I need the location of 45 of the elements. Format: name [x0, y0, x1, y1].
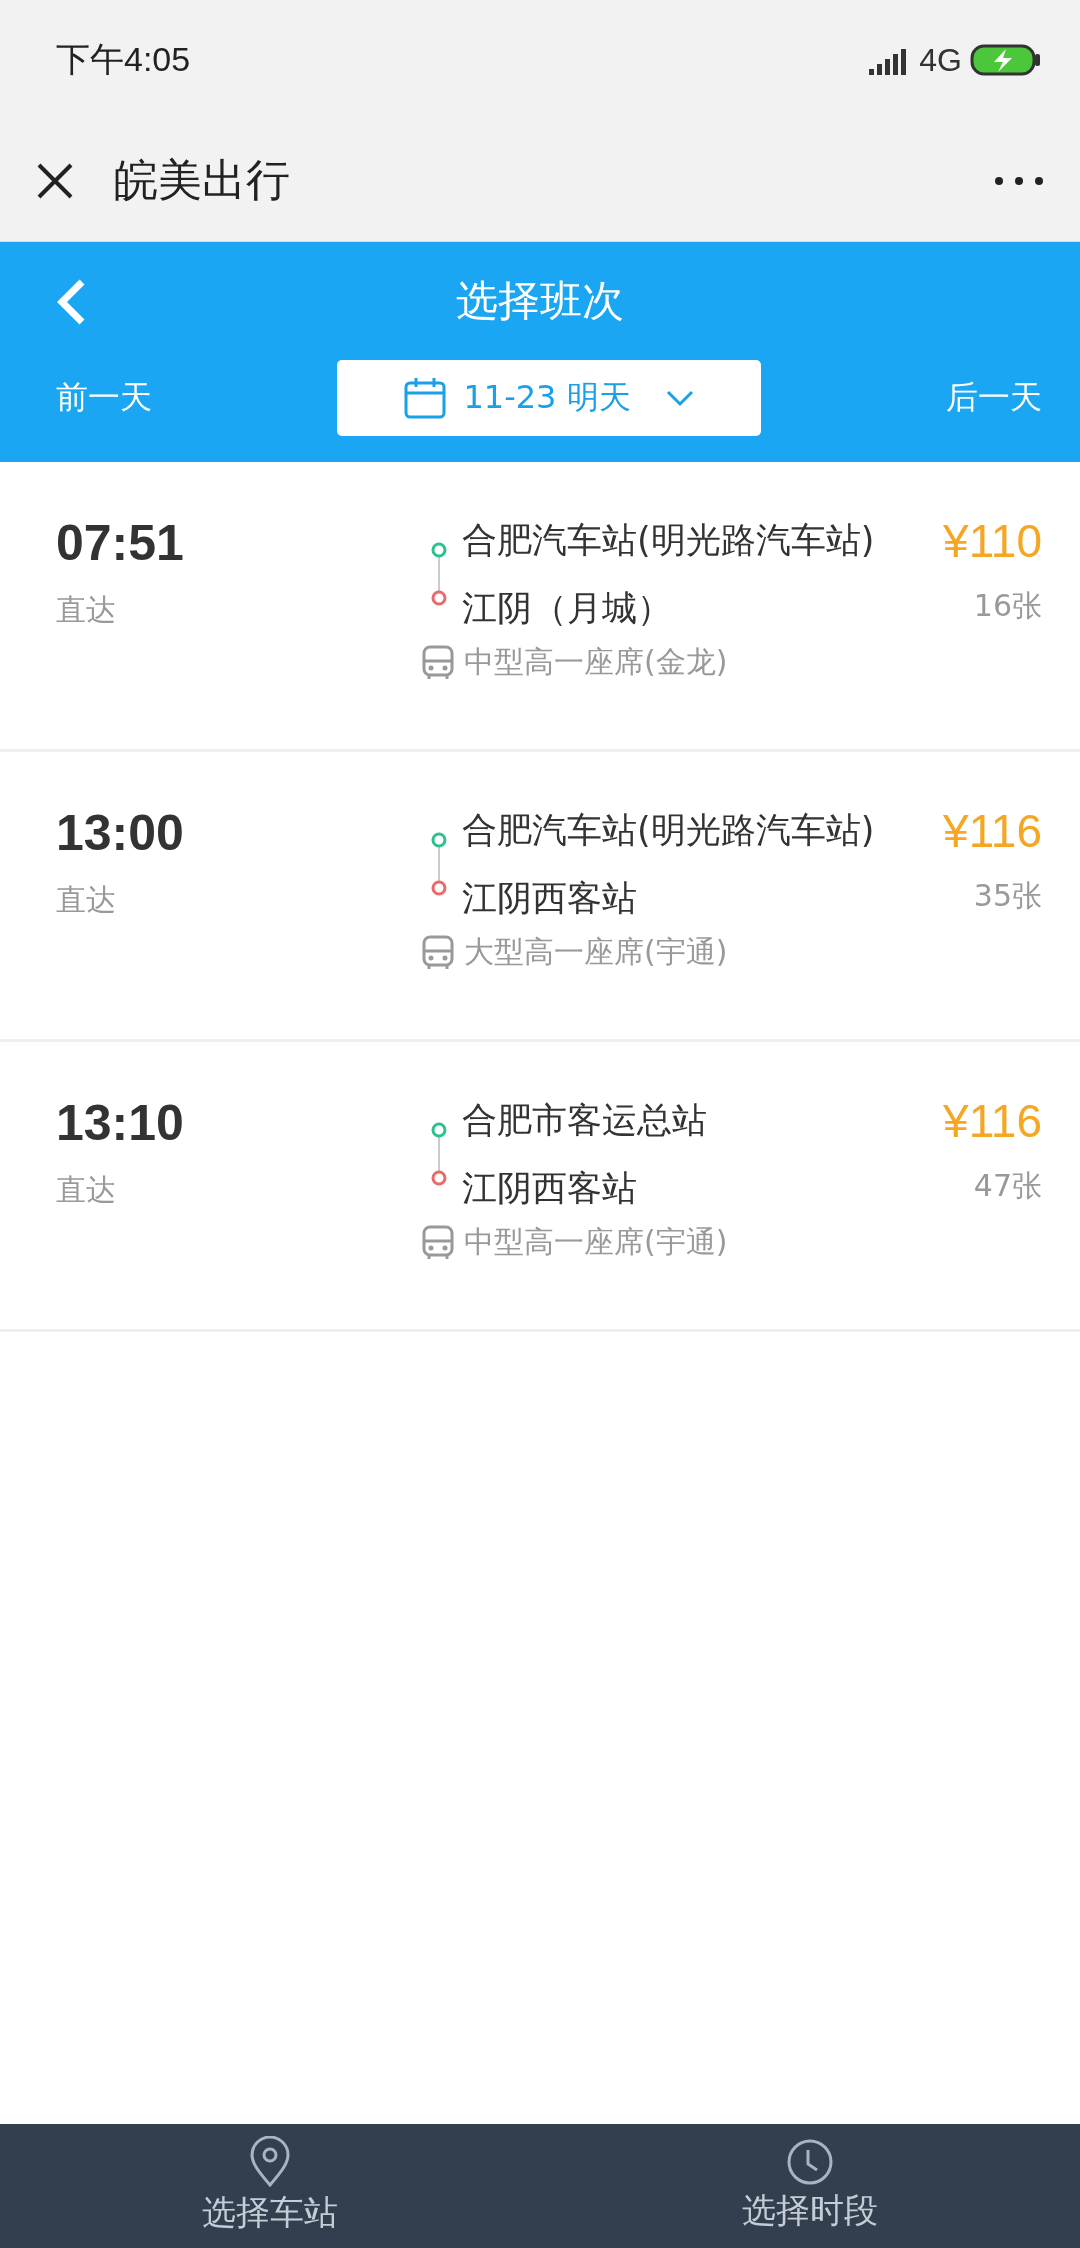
tickets-left: 47张: [973, 1167, 1042, 1205]
trip-type: 直达: [56, 591, 117, 629]
clock-icon: [786, 2138, 834, 2186]
network-label: 4G: [919, 41, 962, 79]
departure-time: 13:10: [56, 1094, 185, 1152]
bottom-nav-item[interactable]: 选择时段: [540, 2124, 1080, 2248]
departure-station: 合肥汽车站(明光路汽车站): [462, 519, 875, 562]
location-pin-icon: [248, 2136, 292, 2188]
departure-station: 合肥汽车站(明光路汽车站): [462, 809, 875, 852]
trip-type: 直达: [56, 881, 117, 919]
app-title: 皖美出行: [114, 153, 290, 207]
ticket-price: ¥116: [943, 804, 1042, 858]
departure-time: 13:00: [56, 804, 185, 862]
tickets-left: 35张: [973, 877, 1042, 915]
arrival-station: 江阴西客站: [462, 1167, 638, 1210]
battery-icon: [970, 44, 1042, 76]
trip-card[interactable]: 07:51 直达 合肥汽车站(明光路汽车站) 江阴（月城） 中型高一座席(金龙) ¥110 16张: [0, 462, 1080, 752]
bus-icon: [420, 644, 456, 681]
trip-card[interactable]: 13:10 直达 合肥市客运总站 江阴西客站 中型高一座席(宇通) ¥116 47张: [0, 1042, 1080, 1332]
bus-icon: [420, 934, 456, 971]
bus-type: 大型高一座席(宇通): [464, 933, 728, 971]
back-icon[interactable]: [56, 278, 86, 326]
trip-type: 直达: [56, 1171, 117, 1209]
route-line-drawing: [430, 1121, 448, 1187]
bus-type: 中型高一座席(宇通): [464, 1223, 728, 1261]
departure-station: 合肥市客运总站: [462, 1099, 707, 1142]
date-label: 11-23 明天: [463, 377, 631, 418]
status-time: 下午4:05: [56, 39, 191, 80]
tickets-left: 16张: [973, 587, 1042, 625]
arrival-station: 江阴西客站: [462, 877, 638, 920]
route-line-drawing: [430, 541, 448, 607]
ticket-price: ¥110: [943, 514, 1042, 568]
trip-card[interactable]: 13:00 直达 合肥汽车站(明光路汽车站) 江阴西客站 大型高一座席(宇通) ¥116 35张: [0, 752, 1080, 1042]
chevron-down-icon: [664, 389, 695, 407]
close-icon[interactable]: [36, 161, 74, 200]
departure-time: 07:51: [56, 514, 185, 572]
calendar-icon: [403, 376, 448, 420]
bus-icon: [420, 1224, 456, 1261]
ticket-price: ¥116: [943, 1094, 1042, 1148]
page-title: 选择班次: [456, 275, 624, 327]
arrival-station: 江阴（月城）: [462, 587, 673, 630]
route-line-drawing: [430, 831, 448, 897]
bottom-nav-item[interactable]: 选择车站: [0, 2124, 540, 2248]
bus-type: 中型高一座席(金龙): [464, 643, 728, 681]
more-icon[interactable]: [994, 175, 1044, 186]
